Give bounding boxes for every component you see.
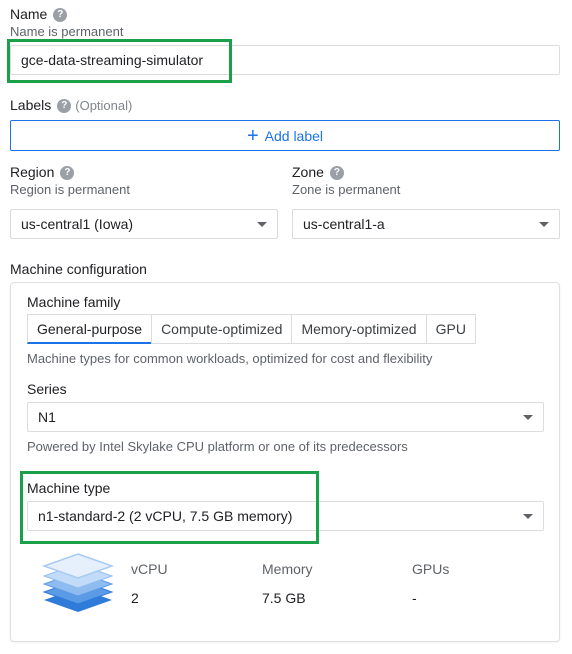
- series-select-value: N1: [38, 409, 56, 425]
- machine-family-label: Machine family: [27, 294, 121, 310]
- region-select[interactable]: us-central1 (Iowa): [10, 209, 278, 239]
- help-icon[interactable]: ?: [57, 99, 72, 114]
- region-select-value: us-central1 (Iowa): [21, 216, 134, 232]
- add-label-button[interactable]: + Add label: [10, 120, 560, 151]
- name-sublabel: Name is permanent: [10, 24, 124, 39]
- zone-label-text: Zone: [292, 164, 324, 180]
- tab-compute-optimized[interactable]: Compute-optimized: [151, 314, 293, 344]
- labels-label: Labels? (Optional): [10, 97, 133, 114]
- series-select[interactable]: N1: [27, 402, 544, 432]
- name-label: Name?: [10, 6, 68, 23]
- zone-select-value: us-central1-a: [303, 216, 385, 232]
- vcpu-label: vCPU: [131, 561, 168, 577]
- machine-family-tabs: General-purpose Compute-optimized Memory…: [27, 314, 476, 344]
- gpus-label: GPUs: [412, 561, 450, 577]
- region-label: Region?: [10, 164, 75, 181]
- tab-gpu[interactable]: GPU: [425, 314, 476, 344]
- optional-text: (Optional): [75, 98, 133, 113]
- memory-value: 7.5 GB: [262, 590, 306, 606]
- series-label: Series: [27, 381, 67, 397]
- tab-memory-optimized[interactable]: Memory-optimized: [291, 314, 427, 344]
- zone-select[interactable]: us-central1-a: [292, 209, 560, 239]
- name-label-text: Name: [10, 6, 48, 22]
- machine-configuration-title: Machine configuration: [10, 261, 147, 277]
- labels-label-text: Labels: [10, 97, 52, 113]
- region-label-text: Region: [10, 164, 55, 180]
- help-icon[interactable]: ?: [60, 166, 75, 181]
- tab-general-purpose[interactable]: General-purpose: [27, 314, 153, 344]
- machine-family-hint: Machine types for common workloads, opti…: [27, 351, 433, 366]
- machine-stack-icon: [40, 548, 116, 616]
- zone-label: Zone?: [292, 164, 344, 181]
- zone-sublabel: Zone is permanent: [292, 182, 401, 197]
- dropdown-arrow-icon: [257, 221, 267, 227]
- dropdown-arrow-icon: [523, 513, 533, 519]
- series-hint: Powered by Intel Skylake CPU platform or…: [27, 439, 408, 454]
- name-highlight: [7, 39, 232, 83]
- memory-label: Memory: [262, 561, 313, 577]
- dropdown-arrow-icon: [539, 221, 549, 227]
- vcpu-value: 2: [131, 590, 139, 606]
- help-icon[interactable]: ?: [53, 8, 68, 23]
- plus-icon: +: [246, 124, 259, 147]
- machine-type-highlight: [20, 471, 319, 544]
- region-sublabel: Region is permanent: [10, 182, 130, 197]
- add-label-text: Add label: [264, 127, 324, 144]
- dropdown-arrow-icon: [523, 414, 533, 420]
- gpus-value: -: [412, 590, 417, 606]
- help-icon[interactable]: ?: [329, 166, 344, 181]
